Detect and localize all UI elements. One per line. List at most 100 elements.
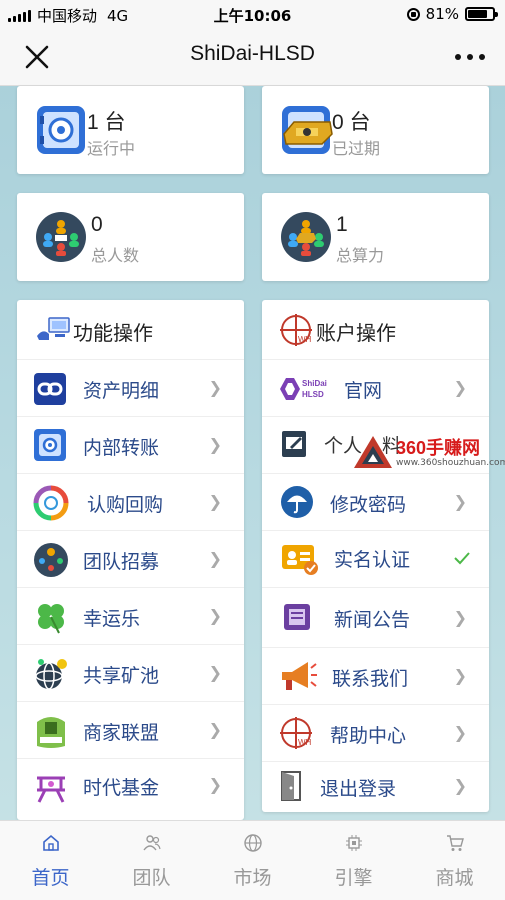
tab-label: 首页 [31, 867, 70, 889]
tab-team[interactable]: 团队 [101, 821, 202, 900]
chevron-right-icon: ❯ [453, 723, 467, 742]
gold-bar-safe-icon [282, 106, 333, 154]
chevron-right-icon: ❯ [208, 720, 222, 739]
chevron-right-icon: ❯ [453, 666, 467, 685]
list-item-label: 实名认证 [334, 549, 411, 571]
list-item-change-password[interactable]: 修改密码 ❯ [262, 474, 489, 531]
status-bar: 中国移动 4G 上午10:06 81% [0, 0, 505, 28]
logo-text: ShiDai [302, 379, 327, 388]
internal-transfer-icon [34, 429, 66, 461]
stat-label: 运行中 [87, 139, 136, 158]
list-item-help-center[interactable]: WH 帮助中心 ❯ [262, 705, 489, 762]
svg-text:WH: WH [298, 738, 312, 747]
tab-home[interactable]: 首页 [0, 821, 101, 900]
chevron-right-icon: ❯ [208, 492, 222, 511]
account-title: 账户操作 [316, 321, 396, 345]
watermark: 360手赚网 www.360shouzhuan.com [352, 434, 505, 474]
logout-door-icon [281, 771, 301, 801]
list-item-subscribe-buyback[interactable]: 认购回购 ❯ [17, 474, 244, 531]
list-item-mining-pool[interactable]: 共享矿池 ❯ [17, 645, 244, 702]
clover-icon [38, 604, 64, 634]
chevron-right-icon: ❯ [208, 606, 222, 625]
computing-power-icon [281, 212, 331, 262]
megaphone-icon [282, 662, 317, 690]
account-ops-icon: WH [280, 314, 312, 346]
stat-card-total-power: 1 总算力 [262, 193, 489, 281]
list-item-real-name[interactable]: 实名认证 [262, 531, 489, 588]
merchant-alliance-icon [37, 717, 65, 748]
functions-title: 功能操作 [73, 321, 153, 345]
chevron-right-icon: ❯ [208, 435, 222, 454]
list-item-label: 退出登录 [320, 778, 397, 800]
engine-chip-icon [345, 835, 362, 851]
list-item-fund[interactable]: 时代基金 ❯ [17, 759, 244, 816]
list-item-label: 内部转账 [83, 437, 160, 459]
asset-detail-icon [34, 373, 66, 405]
list-item-internal-transfer[interactable]: 内部转账 ❯ [17, 417, 244, 474]
list-item-label: 联系我们 [332, 668, 409, 690]
list-item-label: 帮助中心 [330, 725, 407, 747]
list-item-label: 商家联盟 [83, 722, 160, 744]
team-icon [142, 835, 161, 851]
stat-value: 1 [336, 213, 348, 236]
cart-icon [446, 835, 464, 851]
list-item-news[interactable]: 新闻公告 ❯ [262, 588, 489, 648]
tab-mall[interactable]: 商城 [404, 821, 505, 900]
stat-label: 总算力 [336, 246, 385, 265]
shidai-hlsd-logo-icon: ShiDai HLSD [280, 378, 327, 400]
help-center-icon: WH [280, 717, 312, 749]
team-people-icon [36, 212, 86, 262]
rotation-lock-icon [406, 7, 420, 21]
list-item-asset-detail[interactable]: 资产明细 ❯ [17, 360, 244, 417]
list-item-label: 时代基金 [83, 777, 160, 799]
tab-engine[interactable]: 引擎 [303, 821, 404, 900]
chevron-right-icon: ❯ [453, 492, 467, 511]
umbrella-icon [281, 486, 313, 518]
verified-check-icon [454, 552, 470, 565]
stat-card-total-people: 0 总人数 [17, 193, 244, 281]
subscribe-buyback-icon [33, 485, 69, 521]
tab-label: 团队 [132, 867, 171, 889]
mining-pool-icon [35, 659, 67, 690]
list-item-contact[interactable]: 联系我们 ❯ [262, 648, 489, 705]
list-item-team-recruit[interactable]: 团队招募 ❯ [17, 531, 244, 588]
chevron-right-icon: ❯ [453, 378, 467, 397]
safe-icon [37, 106, 85, 154]
account-panel: WH 账户操作 ShiDai HLSD 官网 ❯ 个人 料 修改密码 ❯ 实名认… [262, 300, 489, 812]
home-icon [42, 834, 59, 851]
fund-icon [37, 776, 65, 803]
logo-text: HLSD [302, 390, 324, 399]
page-title: ShiDai-HLSD [190, 42, 315, 65]
list-item-label: 修改密码 [330, 494, 407, 516]
stat-label: 总人数 [91, 246, 140, 265]
watermark-url: www.360shouzhuan.com [396, 458, 505, 468]
battery-icon [465, 7, 498, 21]
profile-edit-icon [282, 431, 306, 457]
account-header: WH 账户操作 [262, 300, 489, 360]
chevron-right-icon: ❯ [208, 378, 222, 397]
chevron-right-icon: ❯ [208, 775, 222, 794]
list-item-logout[interactable]: 退出登录 ❯ [262, 762, 489, 812]
chevron-right-icon: ❯ [453, 608, 467, 627]
stat-label: 已过期 [332, 139, 381, 158]
list-item-merchant-alliance[interactable]: 商家联盟 ❯ [17, 702, 244, 759]
watermark-text: 360手赚网 [396, 438, 481, 458]
tab-label: 市场 [233, 867, 272, 889]
stat-value: 0 [91, 213, 103, 236]
more-icon[interactable] [455, 54, 485, 60]
globe-icon [243, 834, 262, 852]
list-item-lucky[interactable]: 幸运乐 ❯ [17, 588, 244, 645]
list-item-official-site[interactable]: ShiDai HLSD 官网 ❯ [262, 360, 489, 417]
chevron-right-icon: ❯ [453, 776, 467, 795]
stat-value: 1 台 [87, 111, 126, 134]
function-ops-icon [37, 317, 70, 340]
list-item-label: 共享矿池 [83, 665, 160, 687]
functions-panel: 功能操作 资产明细 ❯ 内部转账 ❯ 认购回购 ❯ 团队招募 ❯ 幸运乐 ❯ 共… [17, 300, 244, 820]
list-item-label: 官网 [344, 380, 383, 402]
id-card-icon [282, 545, 318, 575]
team-recruit-icon [34, 543, 68, 577]
tab-label: 引擎 [334, 867, 373, 889]
chevron-right-icon: ❯ [208, 663, 222, 682]
list-item-label: 新闻公告 [334, 609, 411, 631]
tab-market[interactable]: 市场 [202, 821, 303, 900]
